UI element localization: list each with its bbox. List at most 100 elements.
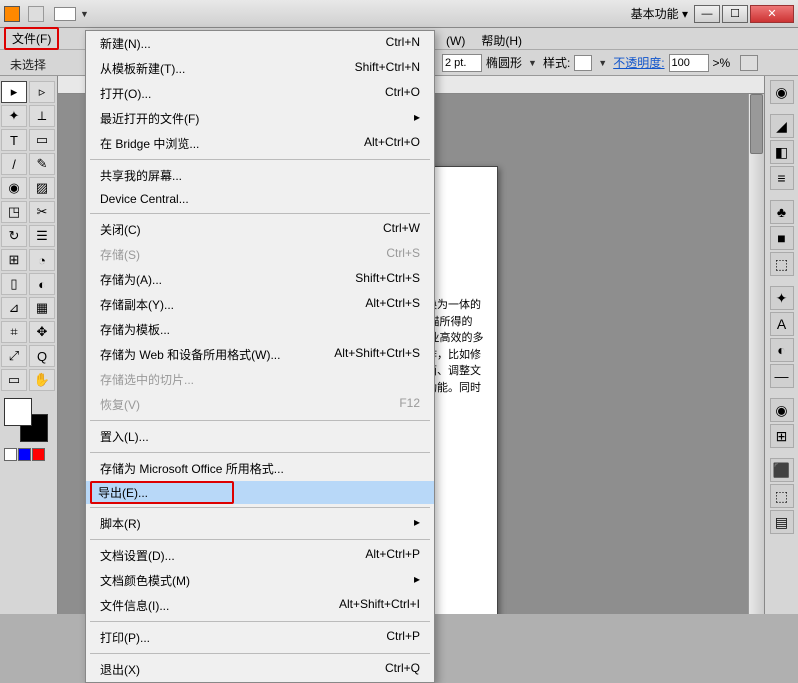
menu-window[interactable]: (W) — [438, 31, 473, 51]
workspace-switcher[interactable]: 基本功能 ▾ — [625, 3, 694, 24]
menu-item[interactable]: 存储为模板... — [86, 317, 434, 342]
menu-item[interactable]: 脚本(R)▸ — [86, 511, 434, 536]
vertical-scrollbar[interactable] — [748, 94, 764, 614]
tool-15[interactable]: ◔ — [29, 249, 55, 271]
menu-item[interactable]: 打印(P)...Ctrl+P — [86, 625, 434, 650]
panel-icon-13[interactable]: ⬛ — [770, 458, 794, 482]
tool-8[interactable]: ◉ — [1, 177, 27, 199]
arrange-docs-icon[interactable] — [54, 7, 76, 21]
scrollbar-thumb[interactable] — [750, 94, 763, 154]
maximize-button[interactable]: ☐ — [722, 5, 748, 23]
menu-item[interactable]: 存储为 Microsoft Office 所用格式... — [86, 456, 434, 481]
tool-4[interactable]: T — [1, 129, 27, 151]
tool-25[interactable]: ✋ — [29, 369, 55, 391]
menu-file[interactable]: 文件(F) — [4, 27, 59, 50]
menu-separator — [90, 653, 430, 654]
panel-icon-0[interactable]: ◉ — [770, 80, 794, 104]
tool-19[interactable]: ▦ — [29, 297, 55, 319]
tool-11[interactable]: ✂ — [29, 201, 55, 223]
panel-icon-7[interactable]: ✦ — [770, 286, 794, 310]
tool-18[interactable]: ⊿ — [1, 297, 27, 319]
mini-swatch[interactable] — [18, 448, 31, 461]
menu-item[interactable]: 导出(E)... — [86, 481, 434, 504]
menu-item-label: 打开(O)... — [100, 85, 151, 102]
minimize-button[interactable]: — — [694, 5, 720, 23]
menu-separator — [90, 507, 430, 508]
doc-switcher[interactable] — [28, 6, 44, 22]
tool-3[interactable]: ⟂ — [29, 105, 55, 127]
menu-item[interactable]: 置入(L)... — [86, 424, 434, 449]
opacity-label[interactable]: 不透明度: — [613, 54, 664, 71]
panel-icon-8[interactable]: A — [770, 312, 794, 336]
tool-2[interactable]: ✦ — [1, 105, 27, 127]
menu-item[interactable]: 打开(O)... Ctrl+O — [86, 81, 434, 106]
menu-separator — [90, 539, 430, 540]
panel-icon-3[interactable]: ≡ — [770, 166, 794, 190]
tool-9[interactable]: ▨ — [29, 177, 55, 199]
tool-1[interactable]: ▹ — [29, 81, 55, 103]
menu-item[interactable]: 关闭(C)Ctrl+W — [86, 217, 434, 242]
tool-6[interactable]: / — [1, 153, 27, 175]
panel-icon-15[interactable]: ▤ — [770, 510, 794, 534]
menu-item[interactable]: 存储为 Web 和设备所用格式(W)...Alt+Shift+Ctrl+S — [86, 342, 434, 367]
menu-item[interactable]: 新建(N)...Ctrl+N — [86, 31, 434, 56]
panel-icon-2[interactable]: ◧ — [770, 140, 794, 164]
menu-shortcut: Ctrl+P — [386, 629, 420, 646]
tool-16[interactable]: ▯ — [1, 273, 27, 295]
tool-21[interactable]: ✥ — [29, 321, 55, 343]
stroke-weight-input[interactable] — [442, 54, 482, 72]
panel-icon-6[interactable]: ⬚ — [770, 252, 794, 276]
menu-item[interactable]: 文件信息(I)...Alt+Shift+Ctrl+I — [86, 593, 434, 618]
chevron-down-icon[interactable]: ▼ — [80, 9, 89, 19]
tool-20[interactable]: ⌗ — [1, 321, 27, 343]
mini-swatch[interactable] — [4, 448, 17, 461]
style-swatch[interactable] — [574, 55, 592, 71]
menu-item[interactable]: 从模板新建(T)...Shift+Ctrl+N — [86, 56, 434, 81]
mini-swatch[interactable] — [32, 448, 45, 461]
tool-14[interactable]: ⊞ — [1, 249, 27, 271]
menu-item-label: 存储(S) — [100, 246, 140, 263]
menu-item[interactable]: 最近打开的文件(F)▸ — [86, 106, 434, 131]
panel-icon-9[interactable]: ◐ — [770, 338, 794, 362]
menu-item[interactable]: 退出(X)Ctrl+Q — [86, 657, 434, 682]
opacity-input[interactable] — [669, 54, 709, 72]
color-swatch[interactable] — [4, 398, 48, 442]
close-button[interactable]: ✕ — [750, 5, 794, 23]
panel-toggle-icon[interactable] — [740, 55, 758, 71]
menu-item[interactable]: 文档颜色模式(M)▸ — [86, 568, 434, 593]
menu-item-label: 从模板新建(T)... — [100, 60, 185, 77]
tool-24[interactable]: ▭ — [1, 369, 27, 391]
panel-icon-14[interactable]: ⬚ — [770, 484, 794, 508]
tool-13[interactable]: ☰ — [29, 225, 55, 247]
menu-item[interactable]: 在 Bridge 中浏览...Alt+Ctrl+O — [86, 131, 434, 156]
menu-item-label: 脚本(R) — [100, 515, 141, 532]
tool-22[interactable]: ⤢ — [1, 345, 27, 367]
menu-item[interactable]: 存储副本(Y)...Alt+Ctrl+S — [86, 292, 434, 317]
menu-shortcut: Alt+Ctrl+S — [365, 296, 420, 313]
tool-23[interactable]: Q — [29, 345, 55, 367]
menu-separator — [90, 621, 430, 622]
menubar-remainder: (W) 帮助(H) — [438, 29, 530, 52]
tool-17[interactable]: ◐ — [29, 273, 55, 295]
tool-12[interactable]: ↻ — [1, 225, 27, 247]
panel-icon-4[interactable]: ♣ — [770, 200, 794, 224]
chevron-down-icon[interactable]: ▼ — [526, 58, 539, 68]
menu-item-label: 在 Bridge 中浏览... — [100, 135, 199, 152]
tool-10[interactable]: ◳ — [1, 201, 27, 223]
menu-item[interactable]: 文档设置(D)...Alt+Ctrl+P — [86, 543, 434, 568]
menu-item[interactable]: 共享我的屏幕... — [86, 163, 434, 188]
tool-0[interactable]: ▸ — [1, 81, 27, 103]
menu-item[interactable]: 存储为(A)...Shift+Ctrl+S — [86, 267, 434, 292]
panel-icon-1[interactable]: ◢ — [770, 114, 794, 138]
menu-item[interactable]: Device Central... — [86, 188, 434, 210]
tool-7[interactable]: ✎ — [29, 153, 55, 175]
chevron-down-icon[interactable]: ▼ — [596, 58, 609, 68]
toolbox: ▸▹✦⟂T▭/✎◉▨◳✂↻☰⊞◔▯◐⊿▦⌗✥⤢Q▭✋ — [0, 76, 58, 614]
panel-icon-11[interactable]: ◉ — [770, 398, 794, 422]
panel-icon-12[interactable]: ⊞ — [770, 424, 794, 448]
tool-5[interactable]: ▭ — [29, 129, 55, 151]
panel-icon-5[interactable]: ■ — [770, 226, 794, 250]
menu-help[interactable]: 帮助(H) — [473, 29, 530, 52]
panel-icon-10[interactable]: — — [770, 364, 794, 388]
menu-shortcut: Ctrl+O — [385, 85, 420, 102]
